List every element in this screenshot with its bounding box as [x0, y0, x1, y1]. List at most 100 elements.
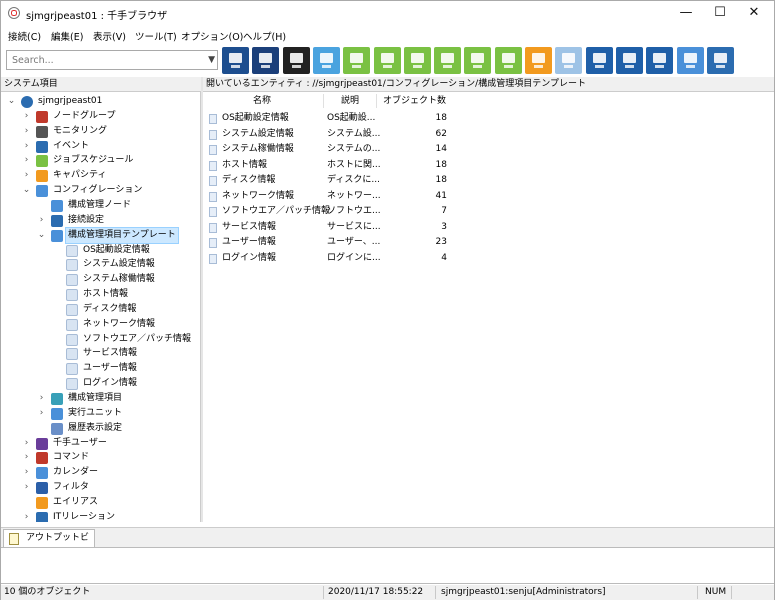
tree-item[interactable]: システム設定情報: [1, 257, 200, 272]
list-item[interactable]: OS起動設定情報 OS起動設... 18: [207, 111, 447, 126]
chevron-right-icon[interactable]: ›: [22, 139, 31, 154]
maximize-button[interactable]: ☐: [703, 1, 737, 25]
tree-item[interactable]: › 千手ユーザー: [1, 436, 200, 451]
menu-view[interactable]: 表示(V): [93, 29, 126, 43]
column-header-description[interactable]: 説明: [341, 94, 359, 108]
chevron-right-icon[interactable]: ›: [22, 168, 31, 183]
statistics-button[interactable]: [525, 47, 552, 74]
grid-tile-button[interactable]: [555, 47, 582, 74]
list-item[interactable]: ログイン情報 ログインに... 4: [207, 251, 447, 266]
tree-item-label: 構成管理項目: [68, 393, 123, 403]
tree-item[interactable]: エイリアス: [1, 495, 200, 510]
tree-item-label: ログイン情報: [83, 378, 138, 389]
chevron-right-icon[interactable]: ›: [22, 153, 31, 168]
chevron-right-icon[interactable]: ›: [22, 436, 31, 451]
bar-chart-button[interactable]: [464, 47, 491, 74]
chevron-down-icon[interactable]: ⌄: [22, 183, 31, 198]
list-item[interactable]: ソフトウエア／パッチ情報 ソフトウエ... 7: [207, 204, 447, 219]
output-view-tab[interactable]: アウトプットビュー: [3, 529, 95, 560]
tree-item[interactable]: › カレンダー: [1, 465, 200, 480]
tree-item[interactable]: › キャパシティ: [1, 168, 200, 183]
menu-help[interactable]: ヘルプ(H): [243, 29, 286, 43]
tree-item[interactable]: ⌄ 構成管理項目テンプレート: [1, 226, 200, 244]
tree-item[interactable]: › コマンド: [1, 450, 200, 465]
list-item[interactable]: ディスク情報 ディスクに... 18: [207, 173, 447, 188]
upload-export-button[interactable]: [646, 47, 673, 74]
log-button[interactable]: [677, 47, 704, 74]
tree-item[interactable]: ⌄ sjmgrjpeast01: [1, 94, 200, 109]
chevron-down-icon[interactable]: ⌄: [37, 228, 46, 243]
tree-item[interactable]: 履歴表示設定: [1, 421, 200, 436]
column-divider[interactable]: [376, 94, 377, 108]
tree-item[interactable]: › ITリレーション: [1, 510, 200, 522]
tree-item[interactable]: OS起動設定情報: [1, 243, 200, 258]
tree-item[interactable]: ログイン情報: [1, 376, 200, 391]
command-terminal-button[interactable]: [283, 47, 310, 74]
menu-connect[interactable]: 接続(C): [8, 29, 41, 43]
puzzle-gear-button[interactable]: [374, 47, 401, 74]
radar-button[interactable]: [707, 47, 734, 74]
list-item[interactable]: ホスト情報 ホストに関... 18: [207, 158, 447, 173]
search-box[interactable]: ▼: [6, 50, 218, 70]
tree-item[interactable]: ホスト情報: [1, 287, 200, 302]
monitor-button[interactable]: [252, 47, 279, 74]
tree-item-label: ディスク情報: [83, 303, 137, 314]
report-button[interactable]: [495, 47, 522, 74]
menu-options[interactable]: オプション(O): [181, 29, 243, 43]
chevron-right-icon[interactable]: ›: [22, 124, 31, 139]
export-button[interactable]: [586, 47, 613, 74]
checklist-button[interactable]: [434, 47, 461, 74]
chevron-down-icon[interactable]: ⌄: [7, 94, 16, 109]
column-divider[interactable]: [323, 94, 324, 108]
menu-edit[interactable]: 編集(E): [51, 29, 83, 43]
tree-item[interactable]: 構成管理ノード: [1, 198, 200, 213]
edit-export-button[interactable]: [616, 47, 643, 74]
chevron-right-icon[interactable]: ›: [37, 213, 46, 228]
tree-item[interactable]: システム稼働情報: [1, 272, 200, 287]
list-item[interactable]: ユーザー情報 ユーザー、... 23: [207, 235, 447, 250]
node-map-button[interactable]: [222, 47, 249, 74]
tree-item[interactable]: › ジョブスケジュール: [1, 153, 200, 168]
tree-item[interactable]: › ノードグループ: [1, 109, 200, 124]
tree-item[interactable]: › 接続設定: [1, 213, 200, 228]
list-item[interactable]: サービス情報 サービスに... 3: [207, 220, 447, 235]
close-button[interactable]: ✕: [737, 1, 771, 25]
gear-check-button[interactable]: [343, 47, 370, 74]
list-item[interactable]: システム稼働情報 システムの... 14: [207, 142, 447, 157]
tree-item[interactable]: ネットワーク情報: [1, 317, 200, 332]
chevron-right-icon[interactable]: ›: [22, 450, 31, 465]
tree-item[interactable]: サービス情報: [1, 346, 200, 361]
tree-item[interactable]: › イベント: [1, 139, 200, 154]
puzzle-arrow-button[interactable]: [404, 47, 431, 74]
tree-item-label: ジョブスケジュール: [53, 155, 134, 166]
chevron-right-icon[interactable]: ›: [22, 510, 31, 522]
chevron-right-icon[interactable]: ›: [22, 109, 31, 124]
list-item-name: ディスク情報: [222, 175, 276, 185]
chevron-right-icon[interactable]: ›: [22, 465, 31, 480]
tree-item[interactable]: ソフトウエア／パッチ情報: [1, 332, 200, 347]
tree-item[interactable]: › フィルタ: [1, 480, 200, 495]
tree-item[interactable]: ディスク情報: [1, 302, 200, 317]
tree-item[interactable]: ユーザー情報: [1, 361, 200, 376]
chevron-right-icon[interactable]: ›: [37, 406, 46, 421]
list-item[interactable]: システム設定情報 システム設... 62: [207, 127, 447, 142]
chevron-right-icon[interactable]: ›: [37, 391, 46, 406]
search-input[interactable]: [7, 51, 201, 69]
toolbar: ▼: [1, 45, 774, 76]
tree-item[interactable]: › モニタリング: [1, 124, 200, 139]
menu-tools[interactable]: ツール(T): [135, 29, 177, 43]
minimize-button[interactable]: —: [669, 1, 703, 25]
chevron-down-icon[interactable]: ▼: [208, 55, 215, 65]
list-item-name: システム設定情報: [222, 128, 294, 139]
message-button[interactable]: [313, 47, 340, 74]
tree-item-label: フィルタ: [53, 482, 89, 493]
list-item-description: システムの...: [327, 144, 381, 154]
tree-item[interactable]: ⌄ コンフィグレーション: [1, 183, 200, 198]
column-header-object-count[interactable]: オブジェクト数: [383, 94, 446, 108]
tree-item[interactable]: › 構成管理項目: [1, 391, 200, 406]
output-view-area[interactable]: [1, 547, 774, 584]
chevron-right-icon[interactable]: ›: [22, 480, 31, 495]
list-item[interactable]: ネットワーク情報 ネットワー... 41: [207, 189, 447, 204]
column-header-name[interactable]: 名称: [253, 94, 271, 108]
tree-item[interactable]: › 実行ユニット: [1, 406, 200, 421]
